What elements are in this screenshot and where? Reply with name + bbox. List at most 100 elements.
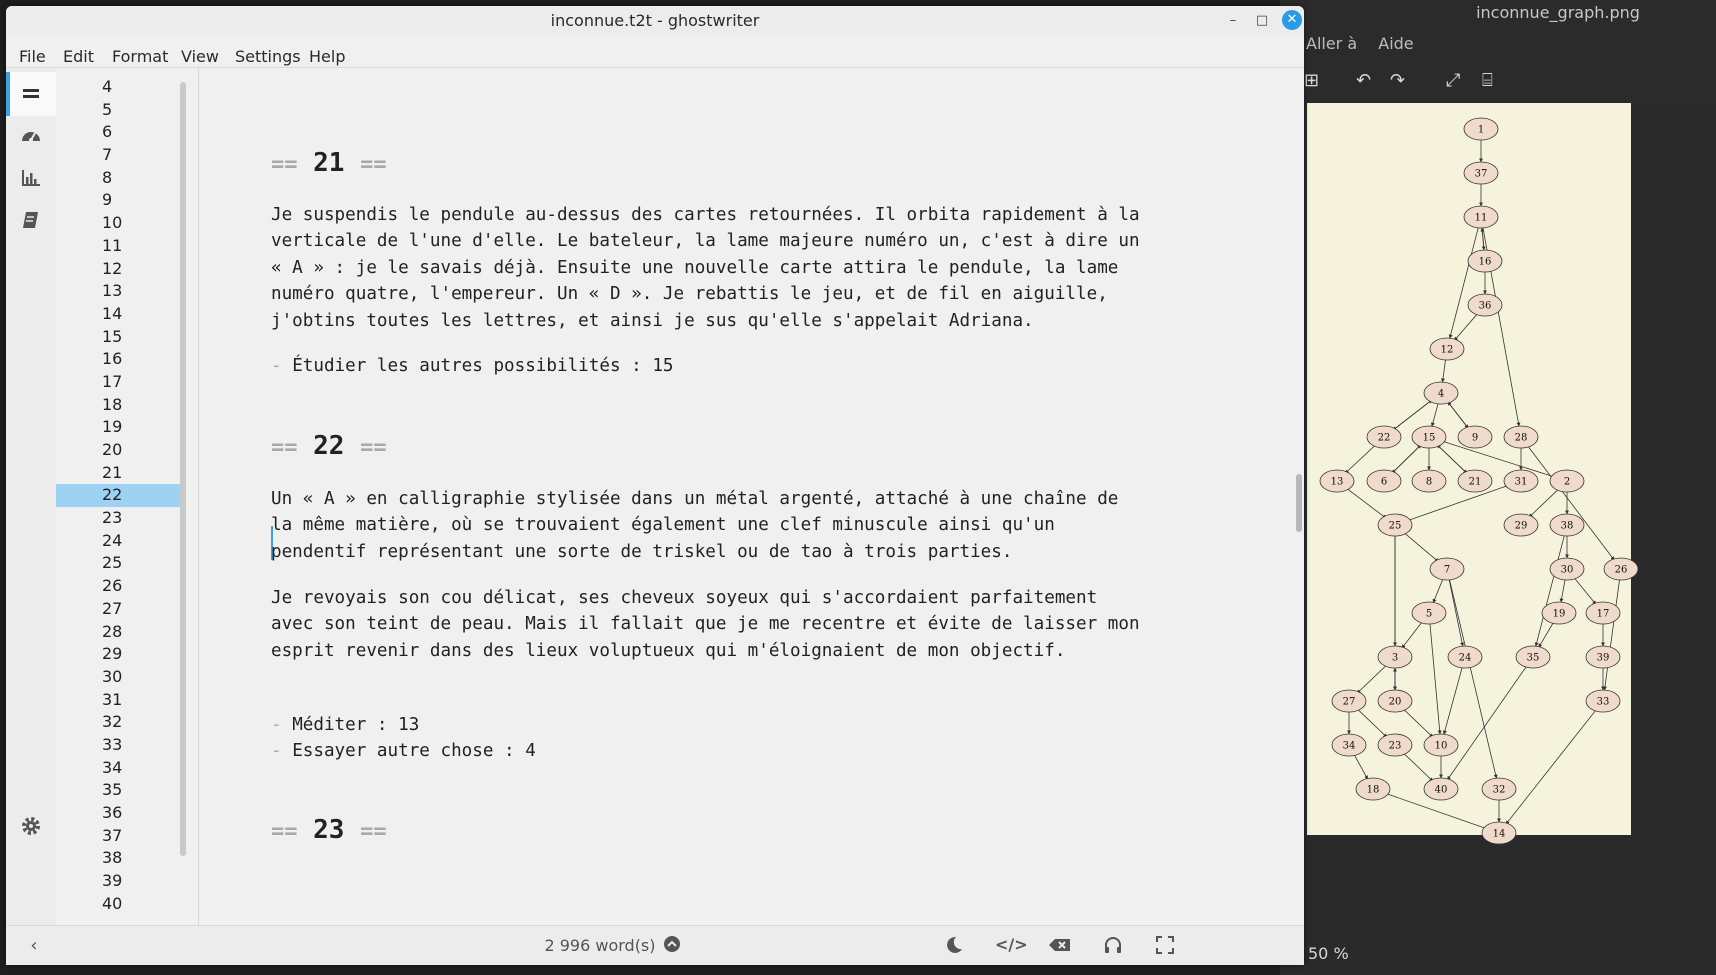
outline-item[interactable]: 32 xyxy=(56,711,182,734)
settings-gear-icon[interactable] xyxy=(20,814,44,838)
outline-item[interactable]: 36 xyxy=(56,802,182,825)
viewer-statusbar: 50 % xyxy=(1280,935,1716,975)
menu-file[interactable]: File xyxy=(19,47,46,66)
outline-item[interactable]: 17 xyxy=(56,371,182,394)
menu-settings[interactable]: Settings xyxy=(235,47,301,66)
zoom-level: 50 % xyxy=(1308,944,1349,963)
graph-node-label: 19 xyxy=(1553,609,1566,620)
outline-item[interactable]: 28 xyxy=(56,621,182,644)
paragraph: Un « A » en calligraphie stylisée dans u… xyxy=(271,489,1119,562)
heading-text: 22 xyxy=(313,431,345,461)
outline-item[interactable]: 30 xyxy=(56,666,182,689)
outline-item[interactable]: 25 xyxy=(56,552,182,575)
dashboard-gauge-icon[interactable] xyxy=(20,124,44,148)
outline-item[interactable]: 23 xyxy=(56,507,182,530)
outline-item[interactable]: 12 xyxy=(56,258,182,281)
chevron-up-circle-icon[interactable] xyxy=(660,935,684,957)
close-button[interactable]: ✕ xyxy=(1282,10,1302,30)
rotate-left-icon[interactable]: ↶ xyxy=(1356,70,1371,91)
ghostwriter-window: inconnue.t2t - ghostwriter – □ ✕ File Ed… xyxy=(6,6,1304,965)
graph-node-label: 35 xyxy=(1527,653,1540,664)
outline-item[interactable]: 20 xyxy=(56,439,182,462)
outline-scrollbar[interactable] xyxy=(180,82,186,856)
outline-item[interactable]: 39 xyxy=(56,870,182,893)
graph-node-label: 10 xyxy=(1435,741,1448,752)
outline-item[interactable]: 26 xyxy=(56,575,182,598)
outline-item[interactable]: 10 xyxy=(56,212,182,235)
maximize-button[interactable]: □ xyxy=(1253,12,1271,30)
viewer-menu-help[interactable]: Aide xyxy=(1378,34,1413,53)
editor-scrollbar[interactable] xyxy=(1296,474,1302,532)
rotate-right-icon[interactable]: ↷ xyxy=(1390,70,1405,91)
heading-21: == 21 == xyxy=(271,148,387,182)
outline-item[interactable]: 13 xyxy=(56,280,182,303)
focus-mode-headphones-icon[interactable] xyxy=(1101,935,1125,957)
outline-item[interactable]: 37 xyxy=(56,825,182,848)
graph-node-label: 4 xyxy=(1438,389,1444,400)
slideshow-icon[interactable]: ⌸ xyxy=(1482,70,1493,91)
html-preview-code-icon[interactable]: </> xyxy=(995,935,1028,957)
graph-node-label: 6 xyxy=(1381,477,1387,488)
graph-node-label: 7 xyxy=(1444,565,1450,576)
outline-panel: 4 5 6 7 8 9 10 11 12 13 14 15 16 17 18 19 20 21 22 23 24 25 26… xyxy=(56,68,199,943)
list-dash: - xyxy=(271,741,282,761)
editor-area[interactable]: == 21 == Je suspendis le pendule au-dess… xyxy=(199,68,1304,925)
grid-icon[interactable]: ⊞ xyxy=(1304,70,1319,91)
choice-item: - Méditer : 13 xyxy=(271,712,419,738)
outline-item[interactable]: 31 xyxy=(56,689,182,712)
choice-text: Méditer : 13 xyxy=(292,715,420,735)
window-title: inconnue.t2t - ghostwriter xyxy=(550,11,760,30)
statusbar: ‹ 2 996 word(s) </> xyxy=(6,925,1304,965)
outline-item[interactable]: 16 xyxy=(56,348,182,371)
outline-item[interactable]: 18 xyxy=(56,394,182,417)
outline-item[interactable]: 5 xyxy=(56,99,182,122)
heading-marker: == xyxy=(360,435,387,460)
outline-item[interactable]: 19 xyxy=(56,416,182,439)
heading-marker: == xyxy=(271,435,298,460)
outline-item[interactable]: 4 xyxy=(56,76,182,99)
outline-item[interactable]: 8 xyxy=(56,167,182,190)
outline-item[interactable]: 38 xyxy=(56,847,182,870)
list-dash: - xyxy=(271,356,282,376)
menu-format[interactable]: Format xyxy=(112,47,168,66)
heading-text: 23 xyxy=(313,815,345,845)
menu-view[interactable]: View xyxy=(181,47,219,66)
outline-item[interactable]: 29 xyxy=(56,643,182,666)
outline-item[interactable]: 27 xyxy=(56,598,182,621)
outline-item[interactable]: 22 xyxy=(56,484,182,508)
menu-help[interactable]: Help xyxy=(309,47,345,66)
heading-22: == 22 == xyxy=(271,431,387,465)
outline-item[interactable]: 15 xyxy=(56,326,182,349)
graph-node-label: 36 xyxy=(1479,301,1492,312)
outline-item[interactable]: 34 xyxy=(56,757,182,780)
outline-item[interactable]: 11 xyxy=(56,235,182,258)
outline-item[interactable]: 24 xyxy=(56,530,182,553)
viewer-menu-goto[interactable]: Aller à xyxy=(1306,34,1357,53)
graph-node-label: 21 xyxy=(1469,477,1482,488)
fullscreen-icon[interactable]: ⤢ xyxy=(1446,70,1460,91)
outline-item[interactable]: 35 xyxy=(56,779,182,802)
outline-item[interactable]: 33 xyxy=(56,734,182,757)
statistics-chart-icon[interactable] xyxy=(20,166,44,190)
dark-mode-moon-icon[interactable] xyxy=(942,935,966,957)
outline-item[interactable]: 40 xyxy=(56,893,182,916)
outline-item[interactable]: 9 xyxy=(56,189,182,212)
sidebar-tabs xyxy=(6,68,56,943)
heading-marker: == xyxy=(360,819,387,844)
menu-edit[interactable]: Edit xyxy=(63,47,94,66)
fullscreen-icon[interactable] xyxy=(1153,935,1177,957)
outline-item[interactable]: 21 xyxy=(56,462,182,485)
outline-item[interactable]: 14 xyxy=(56,303,182,326)
graph-node-label: 18 xyxy=(1367,785,1380,796)
graph-node-label: 34 xyxy=(1343,741,1356,752)
cheat-sheet-book-icon[interactable] xyxy=(20,208,44,232)
graph-node-label: 39 xyxy=(1597,653,1610,664)
minimize-button[interactable]: – xyxy=(1224,12,1242,30)
outline-item[interactable]: 7 xyxy=(56,144,182,167)
hemingway-backspace-icon[interactable] xyxy=(1048,935,1072,957)
outline-item[interactable]: 6 xyxy=(56,121,182,144)
graph-node-label: 31 xyxy=(1515,477,1528,488)
graph-node-label: 11 xyxy=(1475,213,1488,224)
outline-icon[interactable] xyxy=(20,82,44,106)
graph-node-label: 17 xyxy=(1597,609,1610,620)
